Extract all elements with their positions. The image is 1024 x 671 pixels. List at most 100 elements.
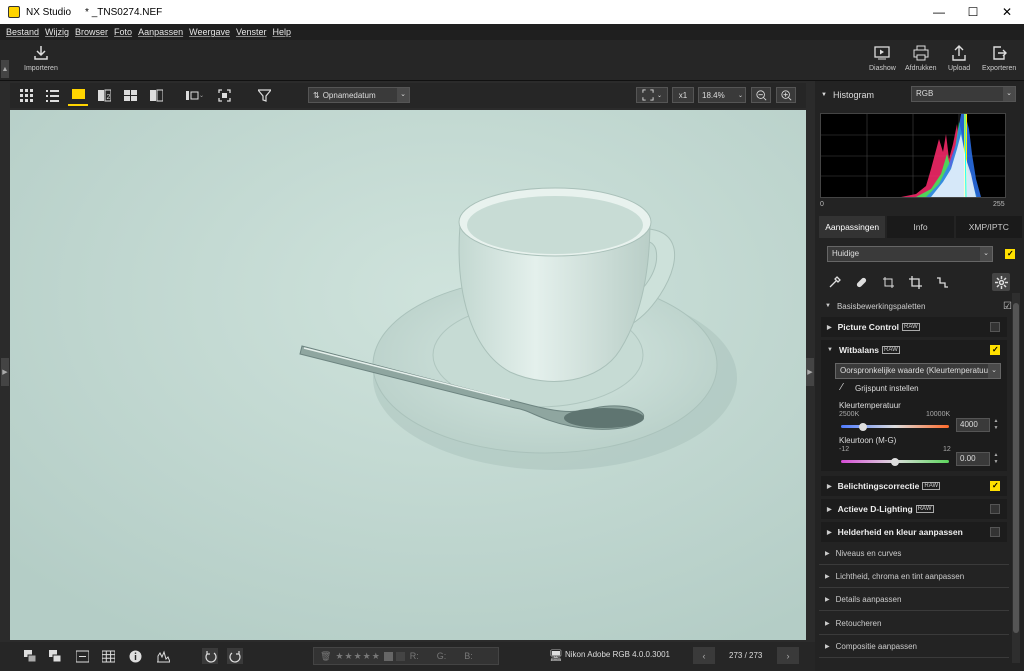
grid-overlay-button[interactable]: [100, 648, 116, 664]
close-button[interactable]: ✕: [990, 0, 1024, 24]
menu-browser[interactable]: Browser: [75, 27, 108, 37]
fit-screen-button[interactable]: [214, 86, 234, 106]
eyedropper-icon[interactable]: ⁄: [841, 382, 843, 393]
basic-palettes-header[interactable]: ▼ Basisbewerkingspaletten ☑: [819, 298, 1012, 314]
tint-spinner[interactable]: ▲ ▼: [992, 452, 1000, 466]
title-bar: NX Studio * _TNS0274.NEF — ☐ ✕: [0, 0, 1024, 24]
crop-tool-button[interactable]: [906, 273, 924, 291]
prev-image-button[interactable]: ‹: [693, 647, 715, 664]
overlay-button[interactable]: [74, 648, 90, 664]
grey-point-label[interactable]: Grijspunt instellen: [855, 384, 919, 393]
exposure-palette[interactable]: ▶ Belichtingscorrectie RAW: [821, 476, 1007, 496]
raw-badge: RAW: [922, 482, 941, 490]
menu-aanpassen[interactable]: Aanpassen: [138, 27, 183, 37]
picker-tool-button[interactable]: [825, 273, 843, 291]
next-image-button[interactable]: ›: [777, 647, 799, 664]
menu-help[interactable]: Help: [273, 27, 292, 37]
picture-control-palette[interactable]: ▶ Picture Control RAW: [821, 317, 1007, 337]
picture-control-checkbox[interactable]: [990, 322, 1000, 332]
collapse-top-toggle[interactable]: ▲: [1, 60, 9, 78]
temp-spinner[interactable]: ▲ ▼: [992, 418, 1000, 432]
fit-icon: [642, 89, 654, 101]
star-rating[interactable]: ★★★★★: [335, 651, 380, 662]
histogram-toggle-button[interactable]: [155, 648, 171, 664]
temp-input[interactable]: 4000: [956, 418, 990, 432]
before-after-button[interactable]: [146, 86, 166, 106]
zoom-in-button[interactable]: [776, 87, 796, 103]
left-panel-toggle[interactable]: ▶: [1, 358, 9, 386]
multi-view-button[interactable]: [120, 86, 140, 106]
settings-button[interactable]: [992, 273, 1010, 291]
sort-select[interactable]: ⇅ Opnamedatum ⌄: [308, 87, 410, 103]
menu-weergave[interactable]: Weergave: [189, 27, 230, 37]
upload-button[interactable]: Upload: [948, 44, 970, 72]
menu-wijzig[interactable]: Wijzig: [45, 27, 69, 37]
preset-checkbox[interactable]: [1005, 249, 1015, 259]
exposure-checkbox[interactable]: [990, 481, 1000, 491]
view-toolbar: 2 ⌄ ⇅ Opnamedatum ⌄ ⌄ x1 18.4% ⌄: [10, 83, 806, 108]
lch-header[interactable]: ▶ Lichtheid, chroma en tint aanpassen: [819, 566, 1009, 588]
tint-input[interactable]: 0.00: [956, 452, 990, 466]
trash-icon[interactable]: 🗑: [320, 651, 331, 662]
tab-info[interactable]: Info: [887, 216, 954, 238]
checkbox-edit-icon[interactable]: ☑: [1003, 301, 1012, 312]
filter-button[interactable]: [254, 86, 274, 106]
adl-checkbox[interactable]: [990, 504, 1000, 514]
preset-select[interactable]: Huidige ⌄: [827, 246, 993, 262]
composition-header[interactable]: ▶ Compositie aanpassen: [819, 636, 1009, 658]
details-header[interactable]: ▶ Details aanpassen: [819, 589, 1009, 611]
menu-bestand[interactable]: Bestand: [6, 27, 39, 37]
list-view-button[interactable]: [42, 86, 62, 106]
rotate-right-button[interactable]: [227, 648, 243, 664]
panel-scrollbar[interactable]: [1012, 293, 1020, 663]
expand-icon: ▶: [825, 644, 830, 650]
fit-window-button[interactable]: ⌄: [636, 87, 668, 103]
rotate-left-button[interactable]: [202, 648, 218, 664]
brightness-palette[interactable]: ▶ Helderheid en kleur aanpassen: [821, 522, 1007, 542]
white-balance-checkbox[interactable]: [990, 345, 1000, 355]
temp-slider-thumb[interactable]: [859, 423, 867, 431]
tab-xmp-iptc[interactable]: XMP/IPTC: [955, 216, 1022, 238]
info-button[interactable]: [127, 648, 143, 664]
stack-button[interactable]: [22, 648, 38, 664]
print-button[interactable]: Afdrukken: [905, 44, 937, 72]
export-button[interactable]: Exporteren: [982, 44, 1016, 72]
slideshow-label: Diashow: [869, 65, 896, 72]
stack-alt-button[interactable]: [47, 648, 63, 664]
app-title: NX Studio: [26, 6, 72, 18]
protect-box[interactable]: [395, 651, 405, 661]
zoom-select[interactable]: 18.4% ⌄: [698, 87, 746, 103]
slideshow-button[interactable]: Diashow: [869, 44, 896, 72]
menu-foto[interactable]: Foto: [114, 27, 132, 37]
straighten-tool-button[interactable]: [879, 273, 897, 291]
compare-view-button[interactable]: 2: [94, 86, 114, 106]
scrollbar-thumb[interactable]: [1013, 303, 1019, 633]
wb-mode-select[interactable]: Oorspronkelijke waarde (Kleurtemperatuur…: [835, 363, 1001, 379]
right-panel-toggle[interactable]: ▶: [806, 358, 814, 386]
retouch-header[interactable]: ▶ Retoucheren: [819, 613, 1009, 635]
temp-slider[interactable]: [841, 425, 949, 428]
label-box[interactable]: [383, 651, 393, 661]
expand-icon: ▶: [827, 529, 832, 536]
chevron-down-icon: ⌄: [656, 92, 663, 99]
levels-curves-header[interactable]: ▶ Niveaus en curves: [819, 543, 1009, 565]
adl-palette[interactable]: ▶ Actieve D-Lighting RAW: [821, 499, 1007, 519]
export-label: Exporteren: [982, 65, 1017, 72]
expand-icon: ▶: [827, 324, 832, 331]
minimize-button[interactable]: —: [922, 0, 956, 24]
photo-preview[interactable]: [10, 110, 806, 640]
single-view-button[interactable]: [68, 86, 88, 106]
histogram-channel-select[interactable]: RGB ⌄: [911, 86, 1016, 102]
actual-size-button[interactable]: x1: [672, 87, 694, 103]
zoom-out-button[interactable]: [751, 87, 771, 103]
thumbnail-size-button[interactable]: ⌄: [182, 86, 208, 106]
perspective-tool-button[interactable]: [933, 273, 951, 291]
grid-view-button[interactable]: [16, 86, 36, 106]
brightness-checkbox[interactable]: [990, 527, 1000, 537]
import-button[interactable]: Importeren: [24, 44, 58, 72]
maximize-button[interactable]: ☐: [956, 0, 990, 24]
tab-adjustments[interactable]: Aanpassingen: [819, 216, 886, 238]
retouch-tool-button[interactable]: [852, 273, 870, 291]
menu-venster[interactable]: Venster: [236, 27, 267, 37]
tint-slider-thumb[interactable]: [891, 458, 899, 466]
